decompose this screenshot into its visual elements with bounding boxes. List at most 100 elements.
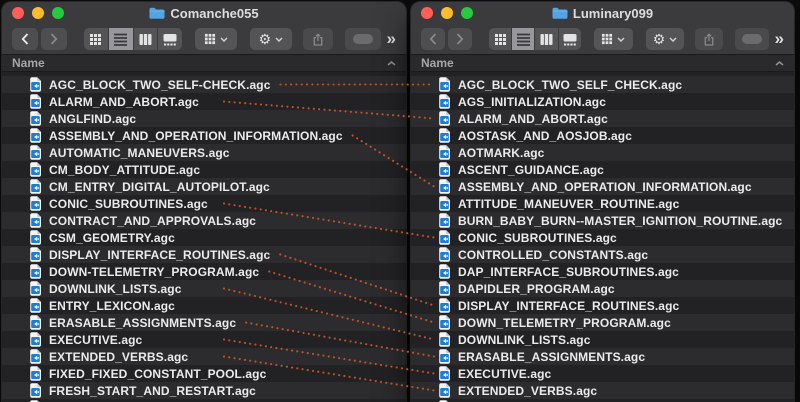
file-row[interactable]: ERASABLE_ASSIGNMENTS.agc (2, 314, 406, 331)
tag-icon (353, 34, 373, 44)
minimize-button[interactable] (441, 7, 453, 19)
window-title-text: Luminary099 (573, 6, 653, 21)
file-name: ERASABLE_ASSIGNMENTS.agc (49, 316, 236, 330)
forward-button[interactable] (41, 28, 67, 50)
actions-button[interactable]: ⚙ (646, 28, 685, 50)
file-row[interactable]: DISPLAY_INTERFACE_ROUTINES.agc (2, 246, 406, 263)
file-row[interactable]: AGC_BLOCK_TWO_SELF-CHECK.agc (2, 76, 406, 93)
file-row[interactable]: CM_ENTRY_DIGITAL_AUTOPILOT.agc (2, 178, 406, 195)
file-row[interactable]: ASSEMBLY_AND_OPERATION_INFORMATION.agc (2, 127, 406, 144)
agc-file-icon (438, 111, 451, 126)
agc-file-icon (29, 332, 42, 347)
forward-button[interactable] (448, 28, 472, 50)
file-row[interactable]: BURN_BABY_BURN--MASTER_IGNITION_ROUTINE.… (411, 212, 794, 229)
titlebar[interactable]: Luminary099 (411, 2, 794, 24)
file-row[interactable]: EXTENDED_VERBS.agc (411, 382, 794, 399)
file-name: DAP_INTERFACE_SUBROUTINES.agc (458, 265, 679, 279)
file-row[interactable]: AOSTASK_AND_AOSJOB.agc (411, 127, 794, 144)
file-row[interactable]: FIXED_FIXED_CONSTANT_POOL.agc (2, 365, 406, 382)
agc-file-icon (29, 213, 42, 228)
file-name: AGS_INITIALIZATION.agc (458, 95, 606, 109)
file-row[interactable]: ALARM_AND_ABORT.agc (411, 110, 794, 127)
file-row[interactable]: EXECUTIVE.agc (411, 365, 794, 382)
file-row[interactable]: AOTMARK.agc (411, 144, 794, 161)
file-row[interactable]: DOWN_TELEMETRY_PROGRAM.agc (411, 314, 794, 331)
file-row[interactable]: ASSEMBLY_AND_OPERATION_INFORMATION.agc (411, 178, 794, 195)
file-row[interactable]: CONTROLLED_CONSTANTS.agc (411, 246, 794, 263)
view-columns-button[interactable] (535, 28, 557, 50)
file-name: ATTITUDE_MANEUVER_ROUTINE.agc (458, 197, 679, 211)
file-row[interactable]: ALARM_AND_ABORT.agc (2, 93, 406, 110)
file-row[interactable]: DOWNLINK_LISTS.agc (2, 280, 406, 297)
window-title-text: Comanche055 (170, 6, 258, 21)
file-row[interactable]: DISPLAY_INTERFACE_ROUTINES.agc (411, 297, 794, 314)
column-header-name[interactable]: Name (411, 54, 794, 72)
file-row[interactable]: EXTENDED_VERBS.agc (2, 348, 406, 365)
share-button[interactable] (303, 28, 333, 50)
file-row[interactable]: DOWN-TELEMETRY_PROGRAM.agc (2, 263, 406, 280)
tag-button[interactable] (735, 28, 768, 50)
file-row[interactable]: AUTOMATIC_MANEUVERS.agc (2, 144, 406, 161)
file-name: ERASABLE_ASSIGNMENTS.agc (458, 350, 645, 364)
chevron-down-icon (669, 37, 677, 42)
file-name: EXECUTIVE.agc (49, 333, 142, 347)
file-row[interactable]: DAP_INTERFACE_SUBROUTINES.agc (411, 263, 794, 280)
minimize-button[interactable] (32, 7, 44, 19)
file-row[interactable]: DOWNLINK_LISTS.agc (411, 331, 794, 348)
agc-file-icon (438, 247, 451, 262)
group-button[interactable] (594, 28, 633, 50)
view-list-button[interactable] (512, 28, 534, 50)
file-row[interactable]: ERASABLE_ASSIGNMENTS.agc (411, 348, 794, 365)
file-row[interactable]: AGS_INITIALIZATION.agc (411, 93, 794, 110)
file-row[interactable]: ATTITUDE_MANEUVER_ROUTINE.agc (411, 195, 794, 212)
close-button[interactable] (12, 7, 24, 19)
zoom-button[interactable] (461, 7, 473, 19)
view-icons-button[interactable] (84, 28, 108, 50)
file-row[interactable]: ANGLFIND.agc (2, 110, 406, 127)
agc-file-icon (29, 230, 42, 245)
view-gallery-button[interactable] (158, 28, 182, 50)
agc-file-icon (29, 315, 42, 330)
group-button[interactable] (195, 28, 237, 50)
tag-button[interactable] (345, 28, 381, 50)
share-button[interactable] (695, 28, 723, 50)
file-row[interactable]: CONIC_SUBROUTINES.agc (411, 229, 794, 246)
agc-file-icon (29, 111, 42, 126)
file-row[interactable]: CONTRACT_AND_APPROVALS.agc (2, 212, 406, 229)
view-columns-button[interactable] (134, 28, 158, 50)
file-row[interactable]: ASCENT_GUIDANCE.agc (411, 161, 794, 178)
toolbar-overflow-button[interactable]: » (769, 28, 784, 50)
file-name: CONTRACT_AND_APPROVALS.agc (49, 214, 256, 228)
chevron-right-icon (456, 33, 464, 45)
toolbar-overflow-button[interactable]: » (381, 28, 396, 50)
file-name: DOWNLINK_LISTS.agc (458, 333, 590, 347)
column-header-name[interactable]: Name (2, 54, 406, 72)
file-list: AGC_BLOCK_TWO_SELF_CHECK.agc AGS_INITIAL… (411, 72, 794, 402)
titlebar[interactable]: Comanche055 (2, 2, 406, 24)
file-row[interactable]: CONIC_SUBROUTINES.agc (2, 195, 406, 212)
back-button[interactable] (421, 28, 445, 50)
group-grid-icon (601, 33, 613, 45)
close-button[interactable] (421, 7, 433, 19)
view-icons-button[interactable] (489, 28, 511, 50)
list-view-icon (517, 33, 530, 46)
file-row[interactable]: DAPIDLER_PROGRAM.agc (411, 280, 794, 297)
back-button[interactable] (12, 28, 38, 50)
group-grid-icon (204, 33, 216, 45)
view-gallery-button[interactable] (559, 28, 581, 50)
finder-window-comanche055: Comanche055 (2, 2, 406, 402)
file-name: DOWN_TELEMETRY_PROGRAM.agc (458, 316, 671, 330)
agc-file-icon (438, 349, 451, 364)
agc-file-icon (29, 298, 42, 313)
file-row[interactable]: AGC_BLOCK_TWO_SELF_CHECK.agc (411, 76, 794, 93)
view-list-button[interactable] (109, 28, 133, 50)
file-row[interactable]: CSM_GEOMETRY.agc (2, 229, 406, 246)
tag-icon (742, 34, 762, 44)
actions-button[interactable]: ⚙ (250, 28, 292, 50)
agc-file-icon (29, 77, 42, 92)
file-row[interactable]: ENTRY_LEXICON.agc (2, 297, 406, 314)
zoom-button[interactable] (52, 7, 64, 19)
file-row[interactable]: FRESH_START_AND_RESTART.agc (2, 382, 406, 399)
file-row[interactable]: EXECUTIVE.agc (2, 331, 406, 348)
file-row[interactable]: CM_BODY_ATTITUDE.agc (2, 161, 406, 178)
